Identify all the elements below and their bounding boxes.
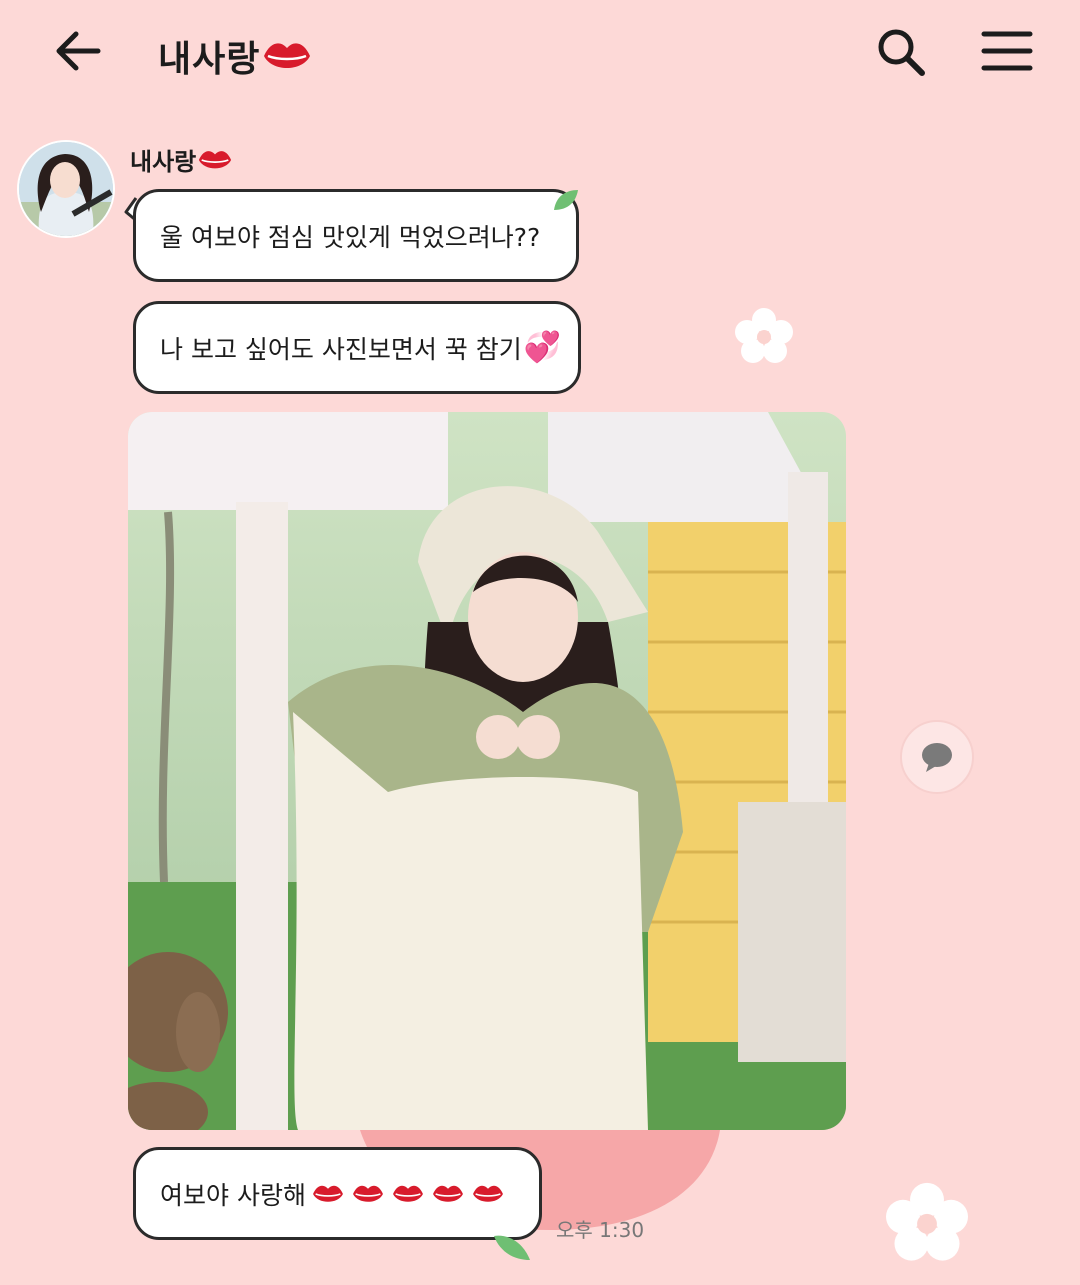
speech-bubble-icon (922, 743, 952, 772)
avatar-image (19, 142, 113, 236)
menu-button[interactable] (980, 28, 1034, 74)
hamburger-menu-icon (981, 31, 1033, 71)
leaf-icon (494, 1235, 530, 1260)
chat-header: 내사랑 (0, 0, 1080, 105)
flower-decoration-icon (735, 308, 793, 363)
kiss-lips-icon (393, 1185, 423, 1202)
message-bubble[interactable]: 여보야 사랑해 (133, 1147, 542, 1240)
kiss-lips-row (310, 1181, 506, 1207)
comment-button[interactable] (900, 720, 974, 794)
photo-image (128, 412, 846, 1130)
chat-title: 내사랑 (158, 30, 314, 82)
search-button[interactable] (872, 24, 930, 80)
message-bubble[interactable]: 나 보고 싶어도 사진보면서 꾹 참기 💞 (133, 301, 581, 394)
sender-avatar[interactable] (17, 140, 115, 238)
kiss-lips-icon (313, 1185, 343, 1202)
sender-name-text: 내사랑 (130, 148, 197, 176)
kiss-lips-icon (199, 150, 232, 168)
message-text: 여보야 사랑해 (160, 1180, 306, 1210)
arrow-left-icon (56, 31, 101, 71)
hearts-emoji: 💞 (523, 330, 562, 365)
kiss-lips-icon (353, 1185, 383, 1202)
kiss-lips-icon (264, 43, 311, 68)
kiss-lips-icon (473, 1185, 503, 1202)
photo-message[interactable] (128, 412, 846, 1130)
message-text: 나 보고 싶어도 사진보면서 꾹 참기 (160, 334, 522, 364)
sender-name: 내사랑 (130, 142, 234, 177)
chat-title-text: 내사랑 (158, 39, 261, 80)
message-text: 울 여보야 점심 맛있게 먹었으려나?? (160, 222, 541, 252)
search-icon (878, 29, 925, 76)
message-bubble[interactable]: 울 여보야 점심 맛있게 먹었으려나?? (133, 189, 579, 282)
kiss-lips-icon (433, 1185, 463, 1202)
leaf-icon (554, 190, 578, 210)
back-button[interactable] (50, 26, 106, 76)
flower-decoration-icon (886, 1182, 968, 1261)
message-time: 오후 1:30 (556, 1218, 645, 1242)
